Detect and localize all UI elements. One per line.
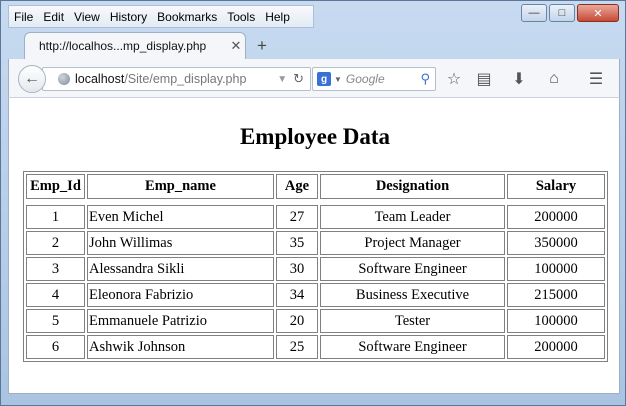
browser-window: File Edit View History Bookmarks Tools H… [0,0,626,406]
cell-emp-name: John Willimas [87,231,274,255]
cell-emp-id: 4 [26,283,85,307]
back-button[interactable]: ← [18,65,46,93]
url-path: /Site/emp_display.php [124,72,247,86]
close-icon: ✕ [593,7,603,20]
cell-salary: 200000 [507,205,605,229]
table-row: 1 Even Michel 27 Team Leader 200000 [26,205,605,229]
cell-emp-id: 5 [26,309,85,333]
cell-designation: Tester [320,309,505,333]
cell-salary: 100000 [507,257,605,281]
cell-salary: 350000 [507,231,605,255]
home-icon[interactable]: ⌂ [544,69,564,89]
reading-list-icon[interactable]: ▤ [474,69,494,89]
reload-icon[interactable]: ↻ [293,71,304,87]
cell-age: 27 [276,205,318,229]
menu-bar: File Edit View History Bookmarks Tools H… [8,5,314,28]
dropdown-arrow-icon[interactable]: ▼ [277,74,287,85]
page-heading: Employee Data [239,124,391,149]
page-content: Employee Data Emp_Id Emp_name Age Design… [8,97,620,394]
navigation-bar: localhost /Site/emp_display.php ▼ ↻ ← g … [8,59,620,97]
menu-view[interactable]: View [69,10,105,24]
search-icon[interactable]: ⚲ [420,71,430,87]
cell-emp-id: 3 [26,257,85,281]
url-bar[interactable]: localhost /Site/emp_display.php ▼ ↻ [42,67,311,91]
cell-emp-name: Emmanuele Patrizio [87,309,274,333]
menu-help[interactable]: Help [260,10,295,24]
cell-age: 35 [276,231,318,255]
maximize-icon: □ [558,7,566,19]
cell-age: 30 [276,257,318,281]
table-row: 5 Emmanuele Patrizio 20 Tester 100000 [26,309,605,333]
menu-history[interactable]: History [105,10,152,24]
tab-title: http://localhos...mp_display.php [39,39,207,53]
maximize-button[interactable]: □ [549,4,575,22]
cell-designation: Business Executive [320,283,505,307]
cell-designation: Software Engineer [320,257,505,281]
table-row: 2 John Willimas 35 Project Manager 35000… [26,231,605,255]
close-window-button[interactable]: ✕ [577,4,619,22]
cell-emp-name: Even Michel [87,205,274,229]
cell-emp-name: Eleonora Fabrizio [87,283,274,307]
globe-icon [58,73,70,85]
tab-active[interactable]: http://localhos...mp_display.php ✕ [24,32,246,59]
cell-salary: 100000 [507,309,605,333]
tab-strip: http://localhos...mp_display.php ✕ + [8,32,620,59]
cell-emp-id: 6 [26,335,85,359]
col-age: Age [276,174,318,199]
window-controls: — □ ✕ [519,4,619,22]
cell-emp-id: 2 [26,231,85,255]
cell-age: 20 [276,309,318,333]
col-emp-id: Emp_Id [26,174,85,199]
table-row: 4 Eleonora Fabrizio 34 Business Executiv… [26,283,605,307]
download-icon[interactable]: ⬇ [509,69,529,89]
employee-table: Emp_Id Emp_name Age Designation Salary 1… [23,171,608,362]
table-row: 3 Alessandra Sikli 30 Software Engineer … [26,257,605,281]
minimize-button[interactable]: — [521,4,547,22]
bookmark-star-icon[interactable]: ☆ [444,69,464,89]
cell-designation: Team Leader [320,205,505,229]
cell-emp-name: Ashwik Johnson [87,335,274,359]
back-arrow-icon: ← [24,70,40,87]
search-placeholder: Google [345,72,385,86]
cell-age: 25 [276,335,318,359]
url-host: localhost [75,72,125,86]
col-salary: Salary [507,174,605,199]
menu-hamburger-icon[interactable]: ☰ [586,69,606,89]
cell-designation: Software Engineer [320,335,505,359]
cell-age: 34 [276,283,318,307]
col-designation: Designation [320,174,505,199]
col-emp-name: Emp_name [87,174,274,199]
tab-close-icon[interactable]: ✕ [227,38,245,54]
cell-designation: Project Manager [320,231,505,255]
search-bar[interactable]: g ▼ Google ⚲ [312,67,436,91]
menu-tools[interactable]: Tools [222,10,260,24]
minimize-icon: — [528,7,540,19]
cell-emp-name: Alessandra Sikli [87,257,274,281]
menu-bookmarks[interactable]: Bookmarks [152,10,222,24]
cell-salary: 200000 [507,335,605,359]
cell-salary: 215000 [507,283,605,307]
cell-emp-id: 1 [26,205,85,229]
menu-edit[interactable]: Edit [38,10,69,24]
table-row: 6 Ashwik Johnson 25 Software Engineer 20… [26,335,605,359]
table-header-row: Emp_Id Emp_name Age Designation Salary [26,174,605,199]
google-icon: g [317,72,331,86]
menu-file[interactable]: File [9,10,38,24]
new-tab-icon[interactable]: + [252,36,272,56]
search-engine-dropdown-icon[interactable]: ▼ [334,75,342,84]
